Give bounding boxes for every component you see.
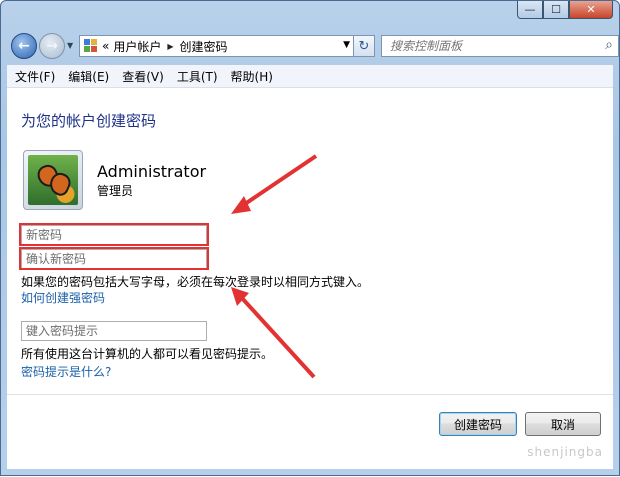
breadcrumb-overflow[interactable]: «: [102, 39, 109, 53]
minimize-button[interactable]: —: [517, 1, 543, 19]
back-button[interactable]: ←: [11, 33, 37, 59]
confirm-password-input[interactable]: [22, 250, 206, 268]
cancel-button[interactable]: 取消: [525, 412, 601, 436]
close-button[interactable]: ✕: [569, 1, 613, 19]
refresh-icon: ↻: [358, 38, 370, 54]
menu-edit[interactable]: 编辑(E): [63, 68, 114, 85]
case-sensitivity-note: 如果您的密码包括大写字母，必须在每次登录时以相同方式键入。: [21, 275, 370, 289]
create-password-button[interactable]: 创建密码: [439, 412, 517, 436]
avatar: [23, 150, 83, 210]
menu-help[interactable]: 帮助(H): [226, 68, 278, 85]
search-box[interactable]: ⌕: [381, 35, 619, 57]
address-bar[interactable]: « 用户帐户 ▶ 创建密码 ▼: [79, 35, 355, 57]
forward-arrow-icon: →: [46, 38, 58, 54]
navigation-bar: ← → ▼ « 用户帐户 ▶ 创建密码 ▼ ↻ ⌕: [9, 31, 619, 61]
menu-view[interactable]: 查看(V): [117, 68, 169, 85]
password-hint-field[interactable]: [21, 321, 207, 341]
back-arrow-icon: ←: [18, 38, 30, 54]
butterfly-picture-icon: [28, 155, 78, 205]
page-title: 为您的帐户创建密码: [21, 112, 157, 130]
user-name: Administrator: [97, 162, 207, 181]
search-icon[interactable]: ⌕: [605, 37, 613, 53]
control-panel-icon: [84, 39, 98, 53]
caption-buttons: — ☐ ✕: [517, 1, 613, 21]
menu-file[interactable]: 文件(F): [10, 68, 60, 85]
strong-password-link[interactable]: 如何创建强密码: [21, 289, 105, 306]
new-password-input[interactable]: [22, 226, 206, 244]
breadcrumb-user-accounts[interactable]: 用户帐户: [113, 38, 161, 55]
control-panel-window: — ☐ ✕ ← → ▼ « 用户帐户 ▶ 创建密码 ▼ ↻ ⌕ 文件(F): [0, 0, 620, 476]
forward-button[interactable]: →: [39, 33, 65, 59]
password-hint-link[interactable]: 密码提示是什么?: [21, 363, 111, 380]
menu-tools[interactable]: 工具(T): [172, 68, 223, 85]
password-hint-input[interactable]: [22, 322, 206, 340]
hint-visibility-note: 所有使用这台计算机的人都可以看见密码提示。: [21, 347, 274, 361]
new-password-field[interactable]: [21, 225, 207, 245]
footer-divider: [7, 394, 613, 395]
watermark: shenjingba: [527, 445, 603, 459]
search-input[interactable]: [390, 39, 590, 53]
recent-pages-dropdown-icon[interactable]: ▼: [67, 41, 73, 50]
confirm-password-field[interactable]: [21, 249, 207, 269]
maximize-button[interactable]: ☐: [543, 1, 569, 19]
user-role: 管理员: [97, 184, 134, 198]
breadcrumb-create-password[interactable]: 创建密码: [180, 38, 228, 55]
breadcrumb-separator-icon[interactable]: ▶: [167, 42, 173, 51]
content-pane: 为您的帐户创建密码 Administrator 管理员 如果您的密码包括大写字母…: [7, 88, 613, 469]
refresh-button[interactable]: ↻: [353, 35, 375, 57]
menu-bar: 文件(F) 编辑(E) 查看(V) 工具(T) 帮助(H): [7, 65, 613, 88]
address-dropdown-icon[interactable]: ▼: [343, 40, 350, 50]
